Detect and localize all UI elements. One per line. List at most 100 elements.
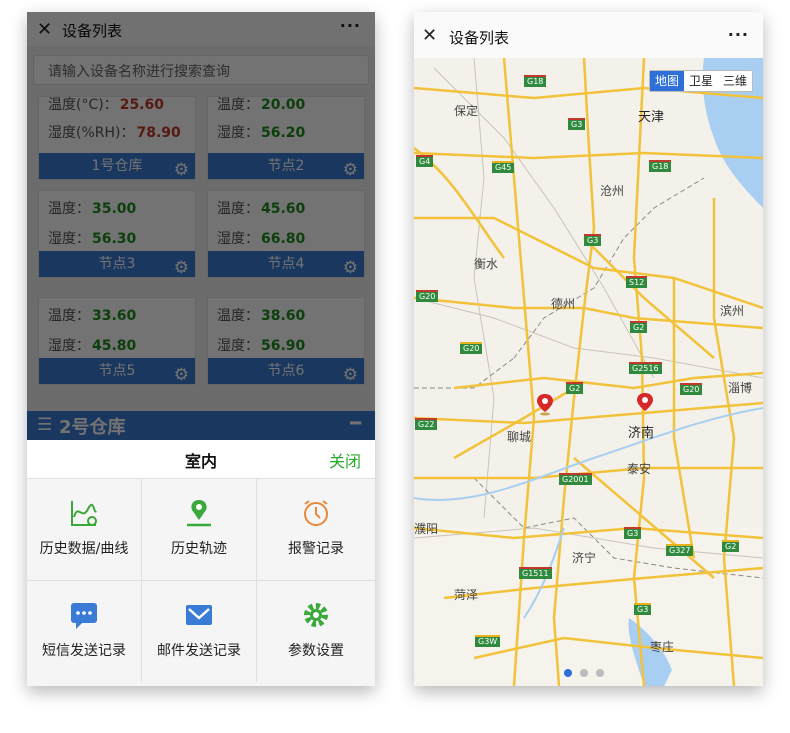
history-data-button[interactable]: 历史数据/曲线 bbox=[27, 478, 142, 580]
map-pin-icon bbox=[537, 394, 553, 416]
highway-label: G20 bbox=[460, 342, 483, 354]
gear-icon[interactable]: ⚙ bbox=[343, 255, 358, 281]
alarm-clock-icon bbox=[257, 497, 375, 529]
city-label: 枣庄 bbox=[650, 640, 675, 654]
device-card[interactable]: 温度： 45.60 湿度： 66.80 节点4 ⚙ bbox=[207, 190, 365, 278]
temperature-label: 温度： bbox=[217, 308, 259, 324]
map-pin-icon bbox=[637, 393, 653, 411]
device-card[interactable]: 温度： 33.60 湿度： 45.80 节点5 ⚙ bbox=[38, 297, 196, 385]
city-label: 淄博 bbox=[728, 381, 753, 395]
gear-icon bbox=[257, 599, 375, 631]
map-type-tabs: 地图 卫星 三维 bbox=[648, 70, 753, 92]
device-card[interactable]: 温度： 20.00 湿度： 56.20 节点2 ⚙ bbox=[207, 96, 365, 180]
humidity-value: 56.30 bbox=[92, 231, 137, 247]
search-input[interactable]: 请输入设备名称进行搜索查询 bbox=[33, 55, 369, 85]
device-marker[interactable] bbox=[637, 393, 653, 415]
highway-label: G18 bbox=[524, 75, 547, 87]
device-card[interactable]: 温度： 35.00 湿度： 56.30 节点3 ⚙ bbox=[38, 190, 196, 278]
email-records-button[interactable]: 邮件发送记录 bbox=[142, 580, 257, 682]
highway-label: G20 bbox=[416, 290, 439, 302]
device-name: 节点5 bbox=[98, 363, 136, 379]
humidity-row: 湿度： 45.80 bbox=[48, 335, 136, 355]
humidity-label: 湿度： bbox=[217, 125, 259, 141]
temperature-row: 温度： 20.00 bbox=[217, 94, 305, 114]
device-marker[interactable] bbox=[537, 394, 553, 416]
city-label: 滨州 bbox=[720, 304, 745, 318]
group-title: 2号仓库 bbox=[59, 417, 126, 438]
device-name-bar[interactable]: 1号仓库 ⚙ bbox=[39, 153, 195, 180]
temperature-label: 温度： bbox=[217, 201, 259, 217]
highway-label: G3 bbox=[624, 527, 642, 539]
action-sheet-header: 室内 关闭 bbox=[27, 440, 375, 478]
close-icon[interactable]: ✕ bbox=[422, 25, 437, 46]
highway-label: G2 bbox=[630, 321, 648, 333]
humidity-label: 湿度： bbox=[48, 231, 90, 247]
device-card[interactable]: 温度(°C)： 25.60 湿度(%RH)： 78.90 1号仓库 ⚙ bbox=[38, 96, 196, 180]
collapse-icon[interactable]: ━ bbox=[350, 413, 361, 434]
temperature-row: 温度： 33.60 bbox=[48, 305, 136, 325]
page-title: 设备列表 bbox=[62, 22, 123, 40]
temperature-label: 温度(°C)： bbox=[48, 97, 118, 113]
humidity-label: 湿度： bbox=[217, 338, 259, 354]
city-label: 聊城 bbox=[507, 430, 532, 444]
temperature-row: 温度： 35.00 bbox=[48, 198, 136, 218]
temperature-row: 温度(°C)： 25.60 bbox=[48, 94, 164, 114]
map-view[interactable]: 地图 卫星 三维 G18 G3 G4 G45 G18 G3 S12 G20 G2… bbox=[414, 58, 763, 686]
gear-icon[interactable]: ⚙ bbox=[343, 157, 358, 183]
tab-satellite[interactable]: 卫星 bbox=[684, 71, 718, 91]
history-data-label: 历史数据/曲线 bbox=[39, 541, 129, 557]
humidity-label: 湿度(%RH)： bbox=[48, 125, 135, 141]
city-label: 衡水 bbox=[474, 257, 499, 271]
temperature-row: 温度： 38.60 bbox=[217, 305, 305, 325]
device-list: 请输入设备名称进行搜索查询 温度(°C)： 25.60 湿度(%RH)： 78.90… bbox=[27, 46, 375, 440]
highway-label: G45 bbox=[492, 161, 515, 173]
temperature-label: 温度： bbox=[48, 308, 90, 324]
city-label: 保定 bbox=[454, 104, 479, 118]
device-name-bar[interactable]: 节点2 ⚙ bbox=[208, 153, 364, 180]
city-label: 菏泽 bbox=[454, 588, 479, 602]
group-header[interactable]: ☰ 2号仓库 ━ bbox=[27, 411, 375, 440]
humidity-row: 湿度(%RH)： 78.90 bbox=[48, 122, 181, 142]
device-list-screen: ✕ 设备列表 ··· 请输入设备名称进行搜索查询 温度(°C)： 25.60 湿度… bbox=[27, 12, 375, 686]
alarm-records-label: 报警记录 bbox=[288, 541, 344, 557]
gear-icon[interactable]: ⚙ bbox=[343, 362, 358, 388]
device-name-bar[interactable]: 节点5 ⚙ bbox=[39, 358, 195, 385]
city-label: 濮阳 bbox=[414, 522, 439, 536]
parameter-settings-button[interactable]: 参数设置 bbox=[257, 580, 375, 682]
highway-label: G2 bbox=[566, 382, 584, 394]
device-name-bar[interactable]: 节点3 ⚙ bbox=[39, 251, 195, 278]
sms-message-icon bbox=[27, 599, 141, 631]
sms-records-button[interactable]: 短信发送记录 bbox=[27, 580, 142, 682]
history-track-label: 历史轨迹 bbox=[171, 541, 227, 557]
tab-map[interactable]: 地图 bbox=[649, 71, 684, 91]
pager-dot-active[interactable] bbox=[564, 669, 572, 677]
gear-icon[interactable]: ⚙ bbox=[174, 255, 189, 281]
temperature-value: 20.00 bbox=[261, 97, 306, 113]
gear-icon[interactable]: ⚙ bbox=[174, 157, 189, 183]
history-track-button[interactable]: 历史轨迹 bbox=[142, 478, 257, 580]
chart-line-icon bbox=[27, 497, 141, 529]
city-label: 沧州 bbox=[600, 184, 625, 198]
device-name-bar[interactable]: 节点6 ⚙ bbox=[208, 358, 364, 385]
tab-3d[interactable]: 三维 bbox=[718, 71, 752, 91]
temperature-value: 35.00 bbox=[92, 201, 137, 217]
sms-records-label: 短信发送记录 bbox=[42, 643, 126, 659]
gear-icon[interactable]: ⚙ bbox=[174, 362, 189, 388]
more-icon[interactable]: ··· bbox=[728, 25, 749, 44]
humidity-row: 湿度： 56.90 bbox=[217, 335, 305, 355]
email-records-label: 邮件发送记录 bbox=[157, 643, 241, 659]
alarm-records-button[interactable]: 报警记录 bbox=[257, 478, 375, 580]
close-icon[interactable]: ✕ bbox=[37, 19, 52, 40]
device-name: 1号仓库 bbox=[91, 158, 143, 174]
temperature-value: 25.60 bbox=[119, 97, 164, 113]
city-label: 济宁 bbox=[572, 551, 597, 565]
device-name-bar[interactable]: 节点4 ⚙ bbox=[208, 251, 364, 278]
pager-dot[interactable] bbox=[596, 669, 604, 677]
pager-dot[interactable] bbox=[580, 669, 588, 677]
humidity-value: 56.90 bbox=[261, 338, 306, 354]
device-card[interactable]: 温度： 38.60 湿度： 56.90 节点6 ⚙ bbox=[207, 297, 365, 385]
close-button[interactable]: 关闭 bbox=[329, 448, 361, 472]
highway-label: G3 bbox=[634, 603, 652, 615]
highway-label: S12 bbox=[626, 276, 648, 288]
more-icon[interactable]: ··· bbox=[340, 16, 361, 35]
